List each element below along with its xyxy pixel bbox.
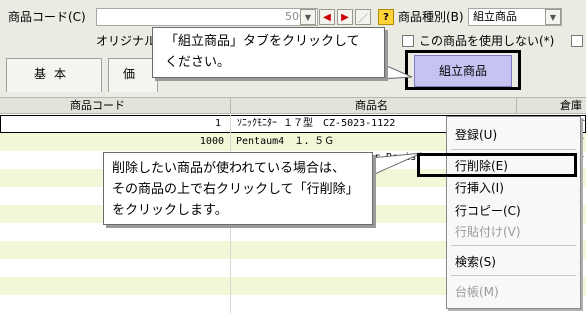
column-divider <box>230 98 231 113</box>
callout-line: 「組立商品」タブをクリックして <box>165 34 360 49</box>
pen-icon: ／ <box>358 13 368 25</box>
edit-button[interactable]: ／ <box>355 9 371 25</box>
tab-price[interactable]: 価 <box>108 58 158 92</box>
row-code: 1 <box>214 118 221 129</box>
type-dropdown-button[interactable]: ▼ <box>545 9 561 25</box>
menu-separator <box>451 149 576 150</box>
column-header-code: 商品コード <box>70 99 125 112</box>
menu-item-copy-row[interactable]: 行コピー(C) <box>455 203 521 219</box>
row-name: Pentaum4 １．５Ｇ <box>236 136 335 147</box>
tab-hint-callout: 「組立商品」タブをクリックして ください。 <box>152 27 385 78</box>
callout-line: 削除したい商品が使われている場合は、 <box>112 161 345 176</box>
second-checkbox[interactable] <box>571 35 583 47</box>
product-code-field[interactable]: 5000 <box>96 8 318 26</box>
menu-item-register[interactable]: 登録(U) <box>455 127 497 143</box>
menu-item-delete-row[interactable]: 行削除(E) <box>455 158 508 174</box>
unused-label: この商品を使用しない(*) <box>419 34 555 48</box>
row-code: 1000 <box>199 136 224 147</box>
unused-checkbox[interactable] <box>402 35 414 47</box>
menu-separator <box>451 275 576 276</box>
arrow-left-icon: ◀ <box>323 11 331 23</box>
tab-assembled-product[interactable]: 組立商品 <box>414 55 512 87</box>
code-dropdown-button[interactable]: ▼ <box>300 9 316 25</box>
chevron-down-icon: ▼ <box>549 12 557 22</box>
menu-item-paste-row[interactable]: 行貼付け(V) <box>455 224 521 240</box>
row-name: ｿﾆｯｸﾓﾆﾀｰ １７型 CZ-5023-1122 <box>237 118 396 129</box>
column-header-name: 商品名 <box>355 99 388 112</box>
menu-separator <box>451 245 576 246</box>
context-menu: 登録(U) 行削除(E) 行挿入(I) 行コピー(C) 行貼付け(V) 検索(S… <box>417 116 581 309</box>
product-code-label: 商品コード(C) <box>8 10 86 24</box>
menu-item-ledger[interactable]: 台帳(M) <box>455 284 499 300</box>
help-button[interactable]: ? <box>378 9 394 25</box>
original-label: オリジナル <box>96 34 157 48</box>
callout-line: ください。 <box>165 55 231 70</box>
help-icon: ? <box>383 11 389 23</box>
product-type-label: 商品種別(B) <box>398 10 464 24</box>
menu-item-search[interactable]: 検索(S) <box>455 254 496 270</box>
previous-record-button[interactable]: ◀ <box>319 9 335 25</box>
callout-line: をクリックします。 <box>112 203 228 218</box>
chevron-down-icon: ▼ <box>304 12 312 22</box>
arrow-right-icon: ▶ <box>341 11 349 23</box>
callout-pointer <box>380 62 413 80</box>
column-header-warehouse: 倉庫 <box>560 99 582 112</box>
callout-line: その商品の上で右クリックして「行削除」 <box>112 182 359 197</box>
menu-item-insert-row[interactable]: 行挿入(I) <box>455 180 504 196</box>
column-divider <box>516 98 517 113</box>
next-record-button[interactable]: ▶ <box>337 9 353 25</box>
grid-header: 商品コード 商品名 倉庫 <box>0 97 586 114</box>
delete-hint-callout: 削除したい商品が使われている場合は、 その商品の上で右クリックして「行削除」 を… <box>103 152 373 225</box>
tab-basic[interactable]: 基本 <box>6 58 102 92</box>
